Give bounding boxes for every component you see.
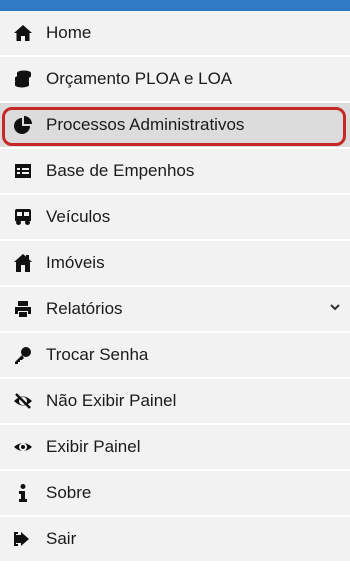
top-accent-bar [0, 0, 350, 11]
menu-item-label: Processos Administrativos [46, 115, 245, 134]
menu-item-trocar-senha[interactable]: Trocar Senha [0, 333, 350, 377]
menu-item-sobre[interactable]: Sobre [0, 471, 350, 515]
menu-item-orcamento[interactable]: Orçamento PLOA e LOA [0, 57, 350, 101]
eye-icon [12, 436, 34, 458]
coins-icon [12, 68, 34, 90]
menu-item-label: Veículos [46, 207, 111, 226]
menu-item-label: Exibir Painel [46, 437, 141, 456]
sign-out-icon [12, 528, 34, 550]
chevron-down-icon[interactable] [328, 300, 344, 316]
menu-item-nao-exibir-painel[interactable]: Não Exibir Painel [0, 379, 350, 423]
house-building-icon [12, 252, 34, 274]
pie-chart-icon [12, 114, 34, 136]
printer-icon [12, 298, 34, 320]
menu-item-relatorios[interactable]: Relatórios [0, 287, 350, 331]
bus-icon [12, 206, 34, 228]
key-icon [12, 344, 34, 366]
menu-item-home[interactable]: Home [0, 11, 350, 55]
menu-item-label: Não Exibir Painel [46, 391, 177, 410]
menu-item-label: Relatórios [46, 299, 123, 318]
menu-item-exibir-painel[interactable]: Exibir Painel [0, 425, 350, 469]
nav-menu: Home Orçamento PLOA e LOA Processos Admi… [0, 11, 350, 563]
menu-item-label: Sobre [46, 483, 92, 502]
menu-item-label: Orçamento PLOA e LOA [46, 69, 233, 88]
menu-item-label: Imóveis [46, 253, 105, 272]
menu-item-sair[interactable]: Sair [0, 517, 350, 561]
menu-item-base-empenhos[interactable]: Base de Empenhos [0, 149, 350, 193]
menu-item-label: Home [46, 23, 92, 42]
menu-item-veiculos[interactable]: Veículos [0, 195, 350, 239]
eye-slash-icon [12, 390, 34, 412]
menu-item-processos[interactable]: Processos Administrativos [0, 103, 350, 147]
menu-item-label: Sair [46, 529, 77, 548]
menu-item-label: Base de Empenhos [46, 161, 195, 180]
table-icon [12, 160, 34, 182]
menu-item-imoveis[interactable]: Imóveis [0, 241, 350, 285]
menu-item-label: Trocar Senha [46, 345, 149, 364]
home-icon [12, 22, 34, 44]
sidebar-menu: Home Orçamento PLOA e LOA Processos Admi… [0, 0, 350, 580]
info-icon [12, 482, 34, 504]
